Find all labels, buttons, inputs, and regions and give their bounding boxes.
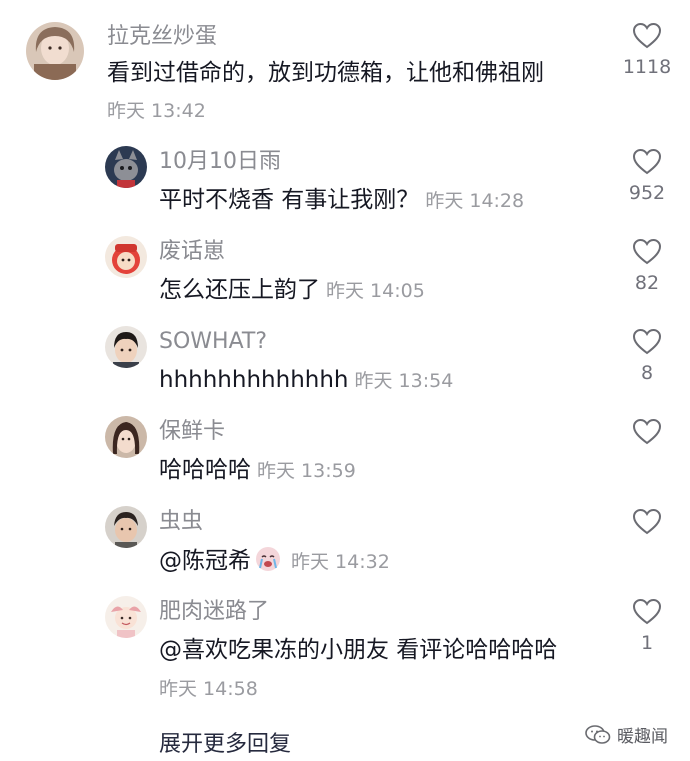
like-button[interactable]: 1: [612, 598, 682, 654]
username[interactable]: 虫虫: [159, 509, 203, 535]
username[interactable]: 废话崽: [159, 239, 225, 265]
avatar[interactable]: [26, 22, 84, 80]
heart-outline-icon: [632, 598, 662, 625]
like-count: 1: [640, 632, 654, 654]
like-count: 1118: [622, 56, 672, 78]
heart-outline-icon: [632, 22, 662, 49]
comment-text: hhhhhhhhhhhhh 昨天 13:54: [159, 366, 453, 395]
username[interactable]: 拉克丝炒蛋: [107, 24, 217, 50]
like-button[interactable]: 82: [612, 238, 682, 294]
wechat-logo-icon: [585, 724, 611, 744]
heart-outline-icon: [632, 328, 662, 355]
like-button[interactable]: [612, 418, 682, 452]
like-button[interactable]: [612, 508, 682, 542]
like-button[interactable]: 8: [612, 328, 682, 384]
like-button[interactable]: 952: [612, 148, 682, 204]
crying-face-emoji-icon: [256, 547, 280, 571]
avatar[interactable]: [105, 506, 147, 548]
comment-time: 昨天 14:32: [291, 551, 390, 573]
username[interactable]: 肥肉迷路了: [159, 599, 269, 625]
heart-outline-icon: [632, 418, 662, 445]
like-button[interactable]: 1118: [612, 22, 682, 78]
heart-outline-icon: [632, 508, 662, 535]
avatar[interactable]: [105, 146, 147, 188]
avatar[interactable]: [105, 416, 147, 458]
comment-time: 昨天 14:05: [326, 280, 425, 302]
username[interactable]: 10月10日雨: [159, 149, 281, 175]
username[interactable]: SOWHAT?: [159, 329, 267, 355]
comment-time: 昨天 14:28: [425, 190, 525, 212]
username[interactable]: 保鲜卡: [159, 419, 225, 445]
comment-time: 昨天 13:59: [257, 460, 356, 482]
expand-more-replies-button[interactable]: 展开更多回复: [159, 726, 291, 758]
comment-time: 昨天 13:54: [354, 370, 454, 392]
like-count: 952: [628, 182, 666, 204]
like-count: 82: [634, 272, 660, 294]
comment-text: @喜欢吃果冻的小朋友 看评论哈哈哈哈: [159, 636, 557, 664]
avatar[interactable]: [105, 236, 147, 278]
comment-time: 昨天 13:42: [107, 100, 206, 122]
comment-body: @喜欢吃果冻的小朋友 看评论哈哈哈哈: [159, 637, 558, 663]
comment-text: @陈冠希 昨天 14:32: [159, 546, 390, 576]
avatar[interactable]: [105, 326, 147, 368]
comment-text: 看到过借命的，放到功德箱，让他和佛祖刚: [107, 60, 544, 86]
watermark-text: 暖趣闻: [617, 727, 668, 747]
comment-text: 怎么还压上韵了 昨天 14:05: [159, 276, 425, 305]
heart-outline-icon: [632, 148, 662, 175]
comment-body: hhhhhhhhhhhhh: [159, 367, 349, 393]
watermark: 暖趣闻: [585, 722, 668, 747]
comment-text: 哈哈哈哈 昨天 13:59: [159, 456, 356, 485]
comment-body: 怎么还压上韵了: [159, 277, 320, 303]
comment-time: 昨天 14:58: [159, 678, 258, 700]
comment-body: 平时不烧香 有事让我刚？: [159, 187, 420, 213]
mention-link[interactable]: @陈冠希: [159, 548, 251, 574]
avatar[interactable]: [105, 596, 147, 638]
heart-outline-icon: [632, 238, 662, 265]
comment-text: 平时不烧香 有事让我刚？ 昨天 14:28: [159, 186, 524, 215]
like-count: 8: [640, 362, 654, 384]
comment-body: 哈哈哈哈: [159, 457, 251, 483]
